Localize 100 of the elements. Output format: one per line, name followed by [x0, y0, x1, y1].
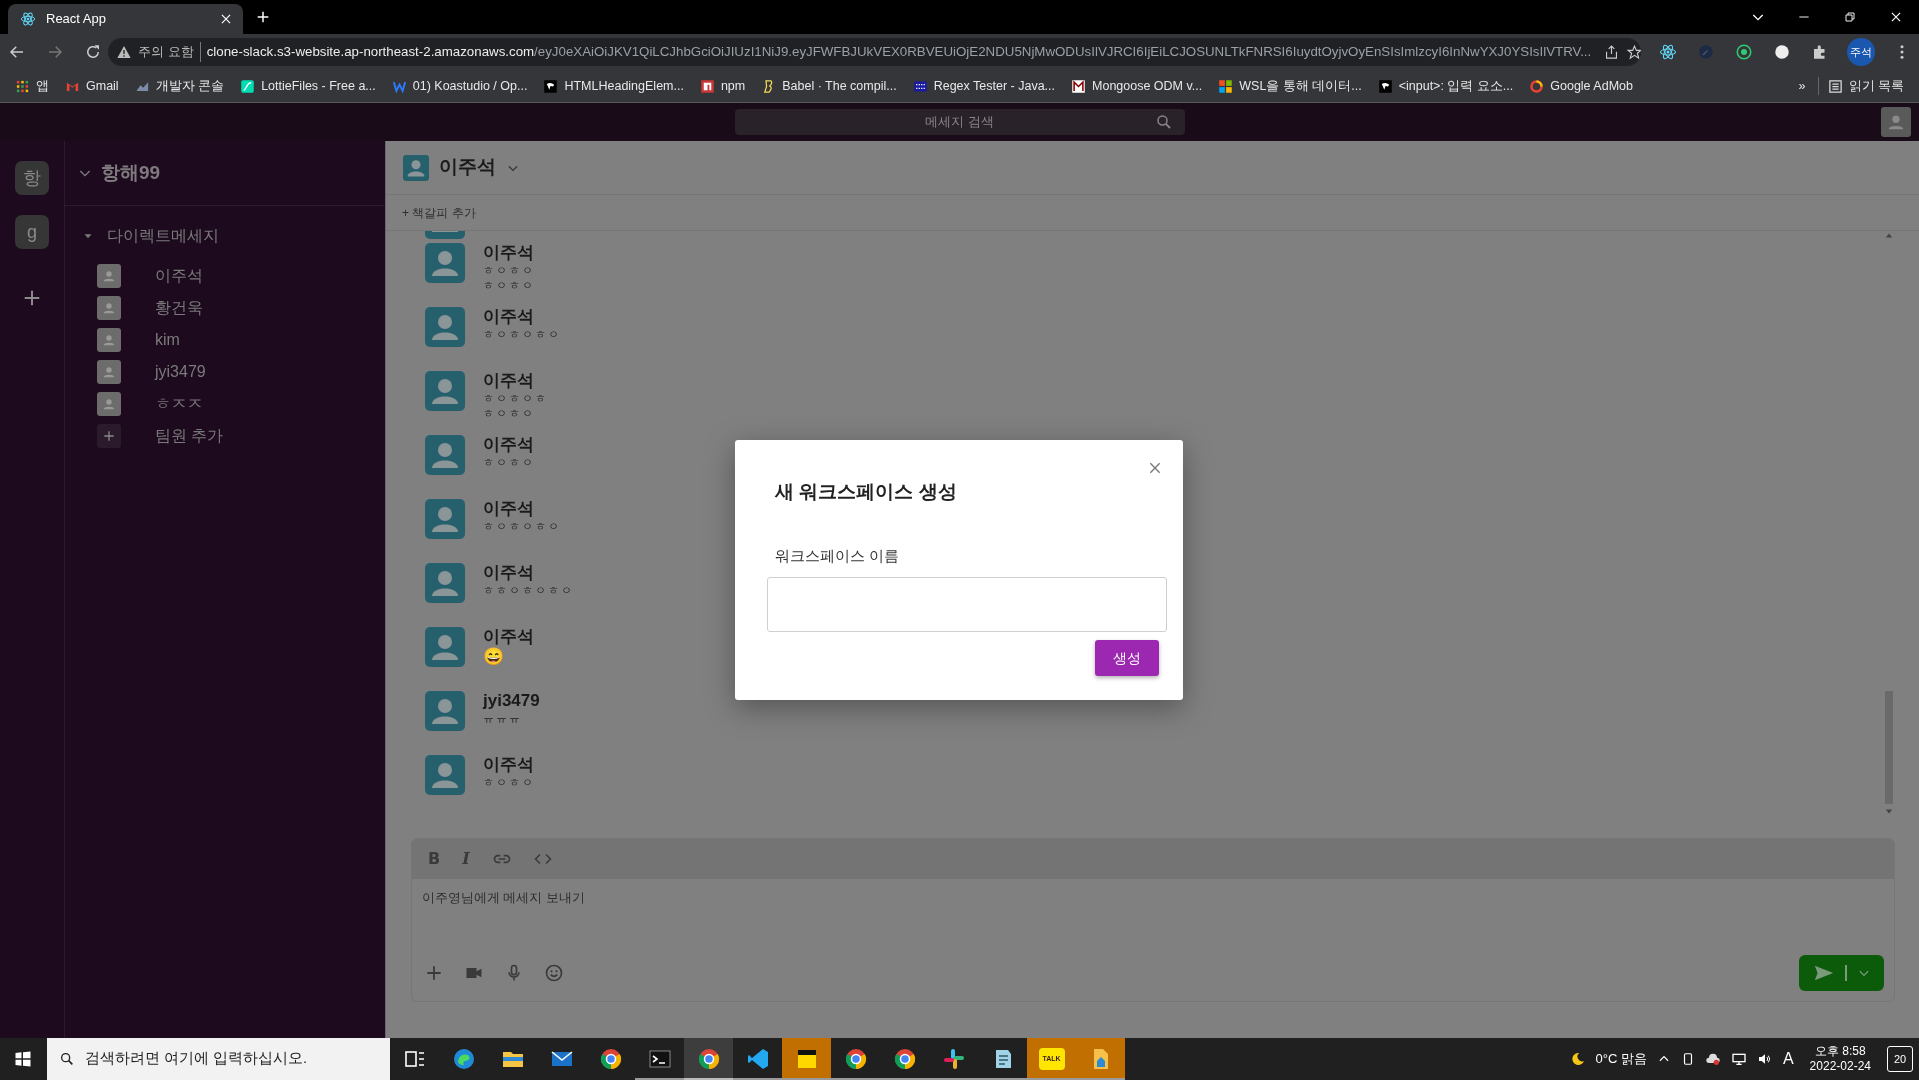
add-member-icon[interactable]	[97, 424, 121, 448]
circle-icon	[1529, 78, 1545, 94]
message-text: ㅎㅎㅇㅎㅇㅎㅇ	[483, 583, 574, 598]
bookmark[interactable]: 01) Koastudio / Op...	[384, 74, 535, 98]
message-text: ㅠㅠㅠ	[483, 711, 523, 726]
star-icon[interactable]	[1626, 43, 1641, 61]
search-icon	[1154, 113, 1173, 131]
avatar-icon	[425, 691, 465, 731]
react-icon[interactable]	[1659, 43, 1677, 61]
member-name[interactable]: ㅎㅈㅈ	[155, 392, 203, 416]
bookmark[interactable]: 앱	[8, 74, 56, 98]
new-tab-icon[interactable]	[255, 9, 271, 25]
author-name: jyi3479	[483, 691, 540, 712]
chrome-icon[interactable]	[843, 1047, 868, 1071]
warning-icon	[116, 44, 132, 60]
message-text: ㅎㅇㅎㅇ	[483, 263, 535, 278]
message-input[interactable]: 이주영님에게 메세지 보내기	[422, 889, 822, 908]
workspace-button[interactable]: g	[15, 215, 49, 249]
search-icon	[59, 1051, 75, 1067]
dino-icon	[1377, 78, 1393, 94]
bookmark[interactable]: <input>: 입력 요소...	[1370, 74, 1521, 98]
bookmark-icon	[1071, 78, 1086, 94]
terminal-icon[interactable]	[647, 1047, 672, 1071]
circle-icon[interactable]	[1773, 43, 1791, 61]
tab-title: React App	[46, 10, 107, 29]
bookmark[interactable]: Mongoose ODM v...	[1064, 74, 1210, 98]
workspace-name[interactable]: 항해99	[101, 158, 161, 188]
security-warning: 주의 요함	[138, 42, 201, 62]
input-field[interactable]	[767, 577, 1167, 632]
weather-text[interactable]: 0°C 맑음	[1595, 1049, 1647, 1069]
avatar-icon	[425, 371, 465, 411]
workspace-button[interactable]: 항	[15, 161, 49, 195]
more-bookmarks[interactable]: »	[1788, 76, 1816, 96]
windows-icon	[1218, 78, 1234, 94]
bookmark[interactable]: HTMLHeadingElem...	[536, 74, 691, 98]
search-field[interactable]: 메세지 검색	[734, 109, 1185, 135]
avatar-icon	[425, 499, 465, 539]
close-icon[interactable]	[219, 12, 233, 26]
avatar-icon	[425, 307, 465, 347]
forward-icon[interactable]	[46, 43, 64, 61]
member-name[interactable]: 이주석	[155, 264, 203, 288]
wave-icon	[240, 78, 256, 94]
author-name: 이주석	[483, 499, 535, 520]
author-name: 이주석	[483, 307, 535, 328]
create-button[interactable]: 생성	[1095, 640, 1159, 676]
clock[interactable]: 오후 8:58 2022-02-24	[1803, 1044, 1877, 1074]
code-editor-icon[interactable]	[745, 1047, 770, 1071]
close-icon[interactable]	[1889, 10, 1903, 24]
send-button[interactable]	[1799, 955, 1884, 991]
taskbar-search[interactable]: 검색하려면 여기에 입력하십시오.	[47, 1038, 390, 1080]
url-text: clone-slack.s3-website.ap-northeast-2.amazonaws.com/eyJ0eXAiOiJKV1QiLCJhbGciOiJIUzI1NiJ9.eyJFWFBJUkVEX0RBVEUiOjE2NDU5NjMwODUsIlVJRCI6IjEiLCJOSUNLTkFNRSI6IuydtOyjvOyEnSIsImlzcyI6InNwYXJ0YSIsIlVTRV...	[206, 43, 1592, 62]
network-icon[interactable]	[1730, 1051, 1747, 1067]
back-icon[interactable]	[8, 43, 26, 61]
bookmark[interactable]: Babel · The compil...	[754, 74, 904, 98]
bookmark[interactable]: Regex Tester - Java...	[905, 74, 1062, 98]
chrome-icon[interactable]	[696, 1047, 721, 1071]
target-icon[interactable]	[1735, 43, 1753, 61]
reading-list[interactable]: 읽기 목록	[1820, 74, 1911, 98]
react-icon	[20, 11, 36, 27]
address-bar[interactable]	[108, 38, 1641, 66]
chrome-icon[interactable]	[892, 1047, 917, 1071]
member-name[interactable]: 황건욱	[155, 296, 203, 320]
moon-icon	[1569, 1051, 1586, 1067]
browser-tab[interactable]: React App	[8, 4, 243, 34]
bookmark[interactable]: npm	[692, 74, 753, 98]
hash-icon[interactable]	[941, 1047, 966, 1071]
member-name[interactable]: kim	[155, 328, 180, 352]
grid-icon	[15, 78, 30, 94]
add-member-link[interactable]: 팀원 추가	[155, 424, 224, 448]
channel-name[interactable]: 이주석	[439, 153, 496, 182]
reload-icon[interactable]	[84, 43, 102, 61]
section-title[interactable]: 다이렉트메세지	[107, 224, 219, 248]
message-text: ㅎㅇㅎㅇ	[483, 455, 535, 470]
bookmark[interactable]: Gmail	[58, 74, 126, 98]
edge-icon[interactable]	[451, 1047, 476, 1071]
scrollbar[interactable]	[1883, 231, 1895, 816]
message-text: 😄	[483, 647, 505, 668]
member-name[interactable]: jyi3479	[155, 360, 206, 384]
bookmark[interactable]: WSL을 통해 데이터...	[1211, 74, 1369, 98]
message-text: ㅎㅇㅎㅇ	[483, 277, 535, 292]
emoji-icon[interactable]	[544, 963, 564, 983]
windows-icon[interactable]	[14, 1050, 32, 1068]
author-name: 이주석	[483, 627, 534, 647]
profile-avatar[interactable]: 주석	[1847, 38, 1875, 66]
author-name: 이주석	[483, 755, 535, 776]
input-language[interactable]: A	[1782, 1047, 1794, 1071]
bookmark[interactable]: LottieFiles - Free a...	[233, 74, 383, 98]
dialog-title: 새 워크스페이스 생성	[775, 480, 958, 504]
bookmark[interactable]: Google AdMob	[1522, 74, 1640, 98]
add-bookmark-link[interactable]: + 책갈피 추가	[402, 203, 476, 222]
cloud-icon[interactable]	[1704, 1051, 1721, 1067]
plus-icon[interactable]	[424, 963, 444, 983]
bookmark[interactable]: 개발자 콘솔	[127, 74, 232, 98]
restore-icon[interactable]	[1842, 9, 1858, 25]
avatar-icon	[425, 627, 465, 667]
notification-button[interactable]: 20	[1887, 1046, 1913, 1072]
dino-icon	[543, 78, 559, 94]
author-name: 이주석	[483, 371, 535, 392]
close-icon	[1147, 460, 1163, 476]
chrome-icon[interactable]	[598, 1047, 623, 1071]
